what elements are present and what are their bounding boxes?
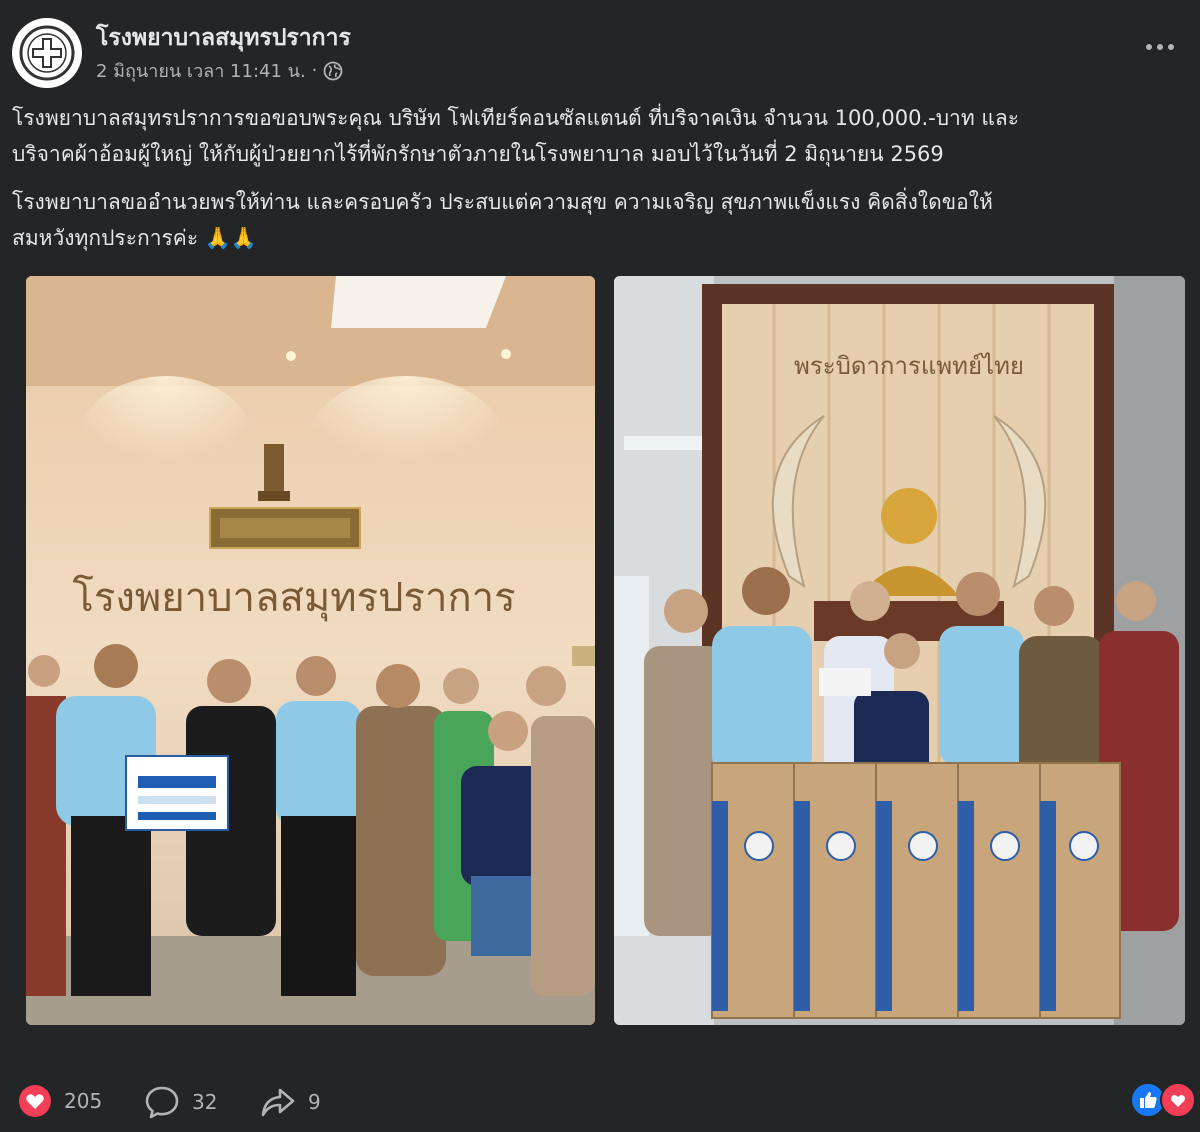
post-text: โรงพยาบาลสมุทรปราการขอขอบพระคุณ บริษัท โ… xyxy=(12,100,1192,268)
more-dots-icon xyxy=(1146,44,1174,50)
comments-count: 32 xyxy=(192,1090,218,1114)
reaction-summary[interactable] xyxy=(1130,1082,1196,1118)
photo-right[interactable]: พระบิดาการแพทย์ไทย xyxy=(614,276,1185,1025)
love-reaction-icon xyxy=(19,1085,51,1117)
shares-count: 9 xyxy=(308,1090,321,1114)
hospital-logo-icon xyxy=(19,25,75,81)
love-reaction-small-icon xyxy=(1160,1082,1196,1118)
avatar[interactable] xyxy=(12,18,82,88)
facebook-post: โรงพยาบาลสมุทรปราการ 2 มิถุนายน เวลา 11:… xyxy=(0,0,1200,1132)
post-paragraph-1: โรงพยาบาลสมุทรปราการขอขอบพระคุณ บริษัท โ… xyxy=(12,100,1192,172)
reactions-button[interactable]: 205 xyxy=(18,1084,102,1118)
share-icon xyxy=(261,1088,295,1117)
photo-left[interactable]: โรงพยาบาลสมุทรปราการ xyxy=(26,276,595,1025)
left-wall-sign: โรงพยาบาลสมุทรปราการ xyxy=(72,575,515,622)
shares-button[interactable]: 9 xyxy=(260,1084,321,1120)
post-paragraph-2: โรงพยาบาลขออำนวยพรให้ท่าน และครอบครัว ปร… xyxy=(12,184,1192,256)
photo-left-illustration: โรงพยาบาลสมุทรปราการ xyxy=(26,276,595,1025)
diaper-boxes xyxy=(711,762,1121,1019)
right-wall-sign: พระบิดาการแพทย์ไทย xyxy=(794,352,1024,380)
paragraph-1-line-1: โรงพยาบาลสมุทรปราการขอขอบพระคุณ บริษัท โ… xyxy=(12,106,1020,130)
meta-separator: · xyxy=(311,60,318,81)
comments-button[interactable]: 32 xyxy=(144,1084,217,1120)
reactions-count: 205 xyxy=(64,1089,103,1113)
page-name[interactable]: โรงพยาบาลสมุทรปราการ xyxy=(96,20,351,56)
comment-icon xyxy=(145,1086,179,1119)
more-options-button[interactable] xyxy=(1140,32,1180,62)
post-meta: 2 มิถุนายน เวลา 11:41 น. · xyxy=(96,56,343,85)
photo-right-illustration: พระบิดาการแพทย์ไทย xyxy=(614,276,1185,1025)
globe-icon[interactable] xyxy=(323,61,343,81)
paragraph-2-line-2: สมหวังทุกประการค่ะ 🙏🙏 xyxy=(12,226,258,250)
paragraph-1-line-2: บริจาคผ้าอ้อมผู้ใหญ่ ให้กับผู้ป่วยยากไร้… xyxy=(12,142,944,166)
paragraph-2-line-1: โรงพยาบาลขออำนวยพรให้ท่าน และครอบครัว ปร… xyxy=(12,190,993,214)
post-date[interactable]: 2 มิถุนายน เวลา 11:41 น. xyxy=(96,56,306,85)
post-footer: 205 32 9 xyxy=(0,1078,1200,1126)
post-header: โรงพยาบาลสมุทรปราการ 2 มิถุนายน เวลา 11:… xyxy=(12,16,1188,90)
